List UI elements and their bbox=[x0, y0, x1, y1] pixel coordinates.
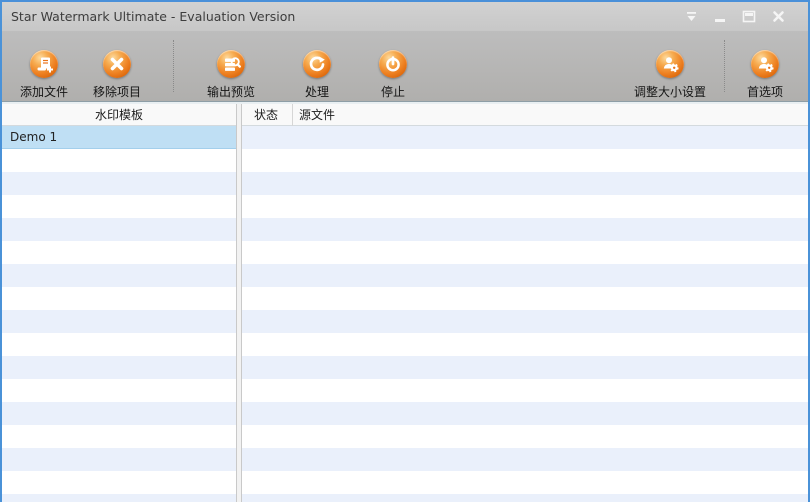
list-empty-row bbox=[2, 172, 236, 195]
list-empty-row bbox=[242, 172, 808, 195]
list-empty-row bbox=[242, 333, 808, 356]
list-item[interactable]: Demo 1 bbox=[2, 126, 236, 149]
list-empty-row bbox=[2, 448, 236, 471]
list-empty-row bbox=[2, 333, 236, 356]
stop-button[interactable]: 停止 bbox=[363, 31, 423, 101]
process-button[interactable]: 处理 bbox=[287, 31, 347, 101]
list-empty-row bbox=[2, 356, 236, 379]
toolbar-separator bbox=[173, 40, 174, 92]
list-empty-row bbox=[2, 195, 236, 218]
list-empty-row bbox=[2, 218, 236, 241]
list-empty-row bbox=[2, 264, 236, 287]
close-button[interactable] bbox=[770, 9, 786, 25]
remove-items-button[interactable]: 移除项目 bbox=[82, 31, 152, 101]
window-title: Star Watermark Ultimate - Evaluation Ver… bbox=[2, 9, 295, 24]
user-gear-icon bbox=[751, 50, 779, 78]
process-refresh-icon bbox=[303, 50, 331, 78]
toolbar-separator bbox=[724, 40, 725, 92]
watermark-template-panel: 水印模板 Demo 1 bbox=[2, 104, 236, 502]
column-header-status[interactable]: 状态 bbox=[242, 104, 293, 126]
column-header-source-file[interactable]: 源文件 bbox=[293, 104, 808, 126]
process-label: 处理 bbox=[305, 83, 329, 100]
list-empty-row bbox=[242, 218, 808, 241]
preview-magnifier-icon bbox=[217, 50, 245, 78]
list-empty-row bbox=[2, 494, 236, 502]
list-empty-row bbox=[2, 310, 236, 333]
list-empty-row bbox=[242, 264, 808, 287]
toolbar: 添加文件 移除项目 输出预览 bbox=[2, 31, 808, 102]
title-bar: Star Watermark Ultimate - Evaluation Ver… bbox=[2, 2, 808, 31]
preferences-label: 首选项 bbox=[747, 83, 783, 100]
list-empty-row bbox=[242, 448, 808, 471]
add-files-button[interactable]: 添加文件 bbox=[8, 31, 80, 101]
list-empty-row bbox=[2, 149, 236, 172]
watermark-template-list: Demo 1 bbox=[2, 126, 236, 502]
maximize-button[interactable] bbox=[741, 9, 757, 25]
window-controls bbox=[683, 2, 786, 31]
app-window: Star Watermark Ultimate - Evaluation Ver… bbox=[0, 0, 810, 502]
list-empty-row bbox=[242, 241, 808, 264]
resize-settings-label: 调整大小设置 bbox=[634, 83, 706, 100]
list-empty-row bbox=[2, 287, 236, 310]
add-files-label: 添加文件 bbox=[20, 83, 68, 100]
list-empty-row bbox=[242, 195, 808, 218]
list-empty-row bbox=[242, 287, 808, 310]
source-files-list bbox=[242, 126, 808, 502]
output-preview-button[interactable]: 输出预览 bbox=[193, 31, 269, 101]
list-empty-row bbox=[242, 149, 808, 172]
file-list-header: 状态 源文件 bbox=[242, 104, 808, 126]
remove-x-icon bbox=[103, 50, 131, 78]
preferences-button[interactable]: 首选项 bbox=[733, 31, 797, 101]
list-empty-row bbox=[242, 494, 808, 502]
list-empty-row bbox=[2, 471, 236, 494]
minimize-button[interactable] bbox=[712, 9, 728, 25]
list-empty-row bbox=[242, 471, 808, 494]
list-empty-row bbox=[242, 356, 808, 379]
column-header-watermark-template[interactable]: 水印模板 bbox=[2, 104, 236, 126]
source-files-panel: 状态 源文件 bbox=[242, 104, 808, 502]
list-empty-row bbox=[242, 310, 808, 333]
list-empty-row bbox=[2, 379, 236, 402]
user-gear-icon bbox=[656, 50, 684, 78]
resize-settings-button[interactable]: 调整大小设置 bbox=[626, 31, 714, 101]
list-empty-row bbox=[2, 241, 236, 264]
chevron-down-icon[interactable] bbox=[683, 9, 699, 25]
output-preview-label: 输出预览 bbox=[207, 83, 255, 100]
list-empty-row bbox=[242, 379, 808, 402]
list-empty-row bbox=[2, 402, 236, 425]
remove-items-label: 移除项目 bbox=[93, 83, 141, 100]
content-area: 水印模板 Demo 1 状态 源文件 bbox=[2, 102, 808, 502]
list-empty-row bbox=[242, 402, 808, 425]
stop-power-icon bbox=[379, 50, 407, 78]
add-file-icon bbox=[30, 50, 58, 78]
list-empty-row bbox=[242, 425, 808, 448]
stop-label: 停止 bbox=[381, 83, 405, 100]
list-empty-row bbox=[242, 126, 808, 149]
list-empty-row bbox=[2, 425, 236, 448]
